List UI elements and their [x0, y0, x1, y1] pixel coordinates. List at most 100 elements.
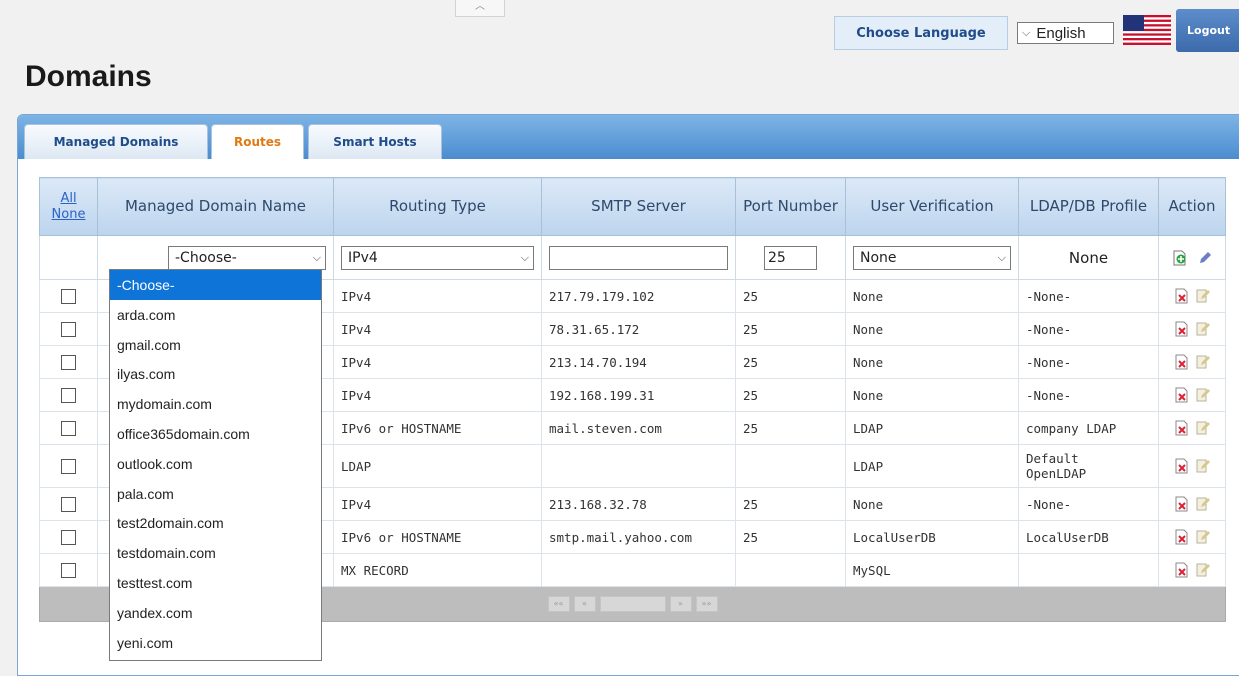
cell-smtp-server: 78.31.65.172	[541, 312, 736, 346]
cell-routing-type: IPv4	[333, 345, 542, 379]
cell-smtp-server: smtp.mail.yahoo.com	[541, 520, 736, 554]
cell-user-verification: MySQL	[845, 553, 1019, 587]
domain-option[interactable]: testdomain.com	[110, 538, 321, 568]
cell-routing-type: IPv4	[333, 312, 542, 346]
us-flag-icon[interactable]	[1123, 15, 1171, 45]
select-none-link[interactable]: None	[41, 207, 96, 223]
edit-icon[interactable]	[1195, 288, 1210, 304]
delete-icon[interactable]	[1174, 562, 1189, 578]
edit-icon[interactable]	[1195, 321, 1210, 337]
cell-profile: -None-	[1018, 345, 1159, 379]
column-header-managed-domain-name[interactable]: Managed Domain Name	[97, 177, 334, 236]
routing-type-select-value: IPv4	[348, 249, 378, 266]
cell-port: 25	[735, 279, 846, 313]
cell-profile-line1: Default	[1026, 451, 1079, 466]
cell-profile: -None-	[1018, 279, 1159, 313]
row-checkbox[interactable]	[60, 497, 76, 512]
column-header-user-verification[interactable]: User Verification	[845, 177, 1019, 236]
last-page-button[interactable]: »»	[695, 596, 718, 612]
cell-smtp-server: mail.steven.com	[541, 411, 736, 445]
domain-option[interactable]: arda.com	[110, 300, 321, 330]
table-header-row: All None Managed Domain Name Routing Typ…	[39, 177, 1226, 236]
user-verification-select[interactable]: None ⌵	[853, 245, 1011, 270]
domain-option[interactable]: yandex.com	[110, 598, 321, 628]
tab-routes[interactable]: Routes	[211, 124, 304, 159]
domain-option[interactable]: gmail.com	[110, 330, 321, 360]
cell-user-verification: None	[845, 345, 1019, 379]
cell-profile: Default OpenLDAP	[1018, 444, 1159, 488]
row-checkbox[interactable]	[60, 563, 76, 578]
cell-profile: LocalUserDB	[1018, 520, 1159, 554]
row-checkbox[interactable]	[60, 355, 76, 370]
domain-option[interactable]: test2domain.com	[110, 508, 321, 538]
edit-icon[interactable]	[1195, 354, 1210, 370]
page-number-input[interactable]	[599, 596, 666, 612]
delete-icon[interactable]	[1174, 458, 1189, 474]
delete-icon[interactable]	[1174, 529, 1189, 545]
edit-icon[interactable]	[1195, 458, 1210, 474]
cell-port: 25	[735, 520, 846, 554]
tab-bar: Managed Domains Routes Smart Hosts	[18, 115, 1239, 159]
column-header-routing-type[interactable]: Routing Type	[333, 177, 542, 236]
row-checkbox[interactable]	[60, 388, 76, 403]
domain-option[interactable]: pala.com	[110, 479, 321, 509]
cell-port: 25	[735, 345, 846, 379]
domain-option[interactable]: mydomain.com	[110, 389, 321, 419]
row-checkbox[interactable]	[60, 459, 76, 474]
cell-smtp-server	[541, 444, 736, 488]
tab-managed-domains[interactable]: Managed Domains	[24, 124, 208, 159]
domain-option[interactable]: ilyas.com	[110, 359, 321, 389]
smtp-server-input[interactable]	[549, 245, 728, 270]
domain-select[interactable]: -Choose- ⌵	[168, 245, 326, 270]
delete-icon[interactable]	[1174, 387, 1189, 403]
edit-icon[interactable]	[1195, 420, 1210, 436]
domain-option[interactable]: yeni.com	[110, 628, 321, 658]
row-checkbox[interactable]	[60, 530, 76, 545]
delete-icon[interactable]	[1174, 288, 1189, 304]
column-header-ldap-db-profile[interactable]: LDAP/DB Profile	[1018, 177, 1159, 236]
user-verification-select-value: None	[860, 249, 897, 266]
page-title: Domains	[25, 60, 152, 93]
prev-page-button[interactable]: «	[573, 596, 596, 612]
language-select[interactable]: ⌵ English	[1017, 22, 1114, 44]
chevron-down-icon: ⌵	[520, 250, 529, 264]
domain-option[interactable]: -Choose-	[110, 270, 321, 300]
column-header-action: Action	[1158, 177, 1226, 236]
language-select-value: English	[1036, 24, 1086, 42]
edit-icon[interactable]	[1195, 562, 1210, 578]
tab-smart-hosts[interactable]: Smart Hosts	[308, 124, 442, 159]
domain-option[interactable]: testtest.com	[110, 568, 321, 598]
delete-icon[interactable]	[1174, 321, 1189, 337]
port-input[interactable]: 25	[764, 245, 817, 270]
logout-button[interactable]: Logout	[1176, 9, 1239, 52]
first-page-button[interactable]: ««	[547, 596, 570, 612]
select-all-link[interactable]: All	[41, 191, 96, 207]
cell-smtp-server	[541, 553, 736, 587]
pencil-icon[interactable]	[1197, 250, 1212, 266]
edit-icon[interactable]	[1195, 496, 1210, 512]
edit-icon[interactable]	[1195, 387, 1210, 403]
delete-icon[interactable]	[1174, 420, 1189, 436]
cell-user-verification: None	[845, 487, 1019, 521]
cell-smtp-server: 192.168.199.31	[541, 378, 736, 412]
column-header-port-number[interactable]: Port Number	[735, 177, 846, 236]
cell-routing-type: IPv6 or HOSTNAME	[333, 520, 542, 554]
domain-option[interactable]: office365domain.com	[110, 419, 321, 449]
edit-icon[interactable]	[1195, 529, 1210, 545]
choose-language-button[interactable]: Choose Language	[834, 16, 1008, 50]
cell-profile: -None-	[1018, 312, 1159, 346]
collapse-header-toggle[interactable]: ︿	[455, 0, 505, 17]
row-checkbox[interactable]	[60, 421, 76, 436]
column-header-smtp-server[interactable]: SMTP Server	[541, 177, 736, 236]
row-checkbox[interactable]	[60, 322, 76, 337]
select-all-none-header: All None	[39, 177, 98, 236]
row-checkbox[interactable]	[60, 289, 76, 304]
add-icon[interactable]	[1172, 250, 1187, 266]
delete-icon[interactable]	[1174, 496, 1189, 512]
routing-type-select[interactable]: IPv4 ⌵	[341, 245, 534, 270]
domain-option[interactable]: outlook.com	[110, 449, 321, 479]
domain-dropdown-list[interactable]: -Choose-arda.com gmail.com ilyas.com mydoma…	[109, 269, 322, 661]
delete-icon[interactable]	[1174, 354, 1189, 370]
next-page-button[interactable]: »	[669, 596, 692, 612]
cell-profile: -None-	[1018, 487, 1159, 521]
